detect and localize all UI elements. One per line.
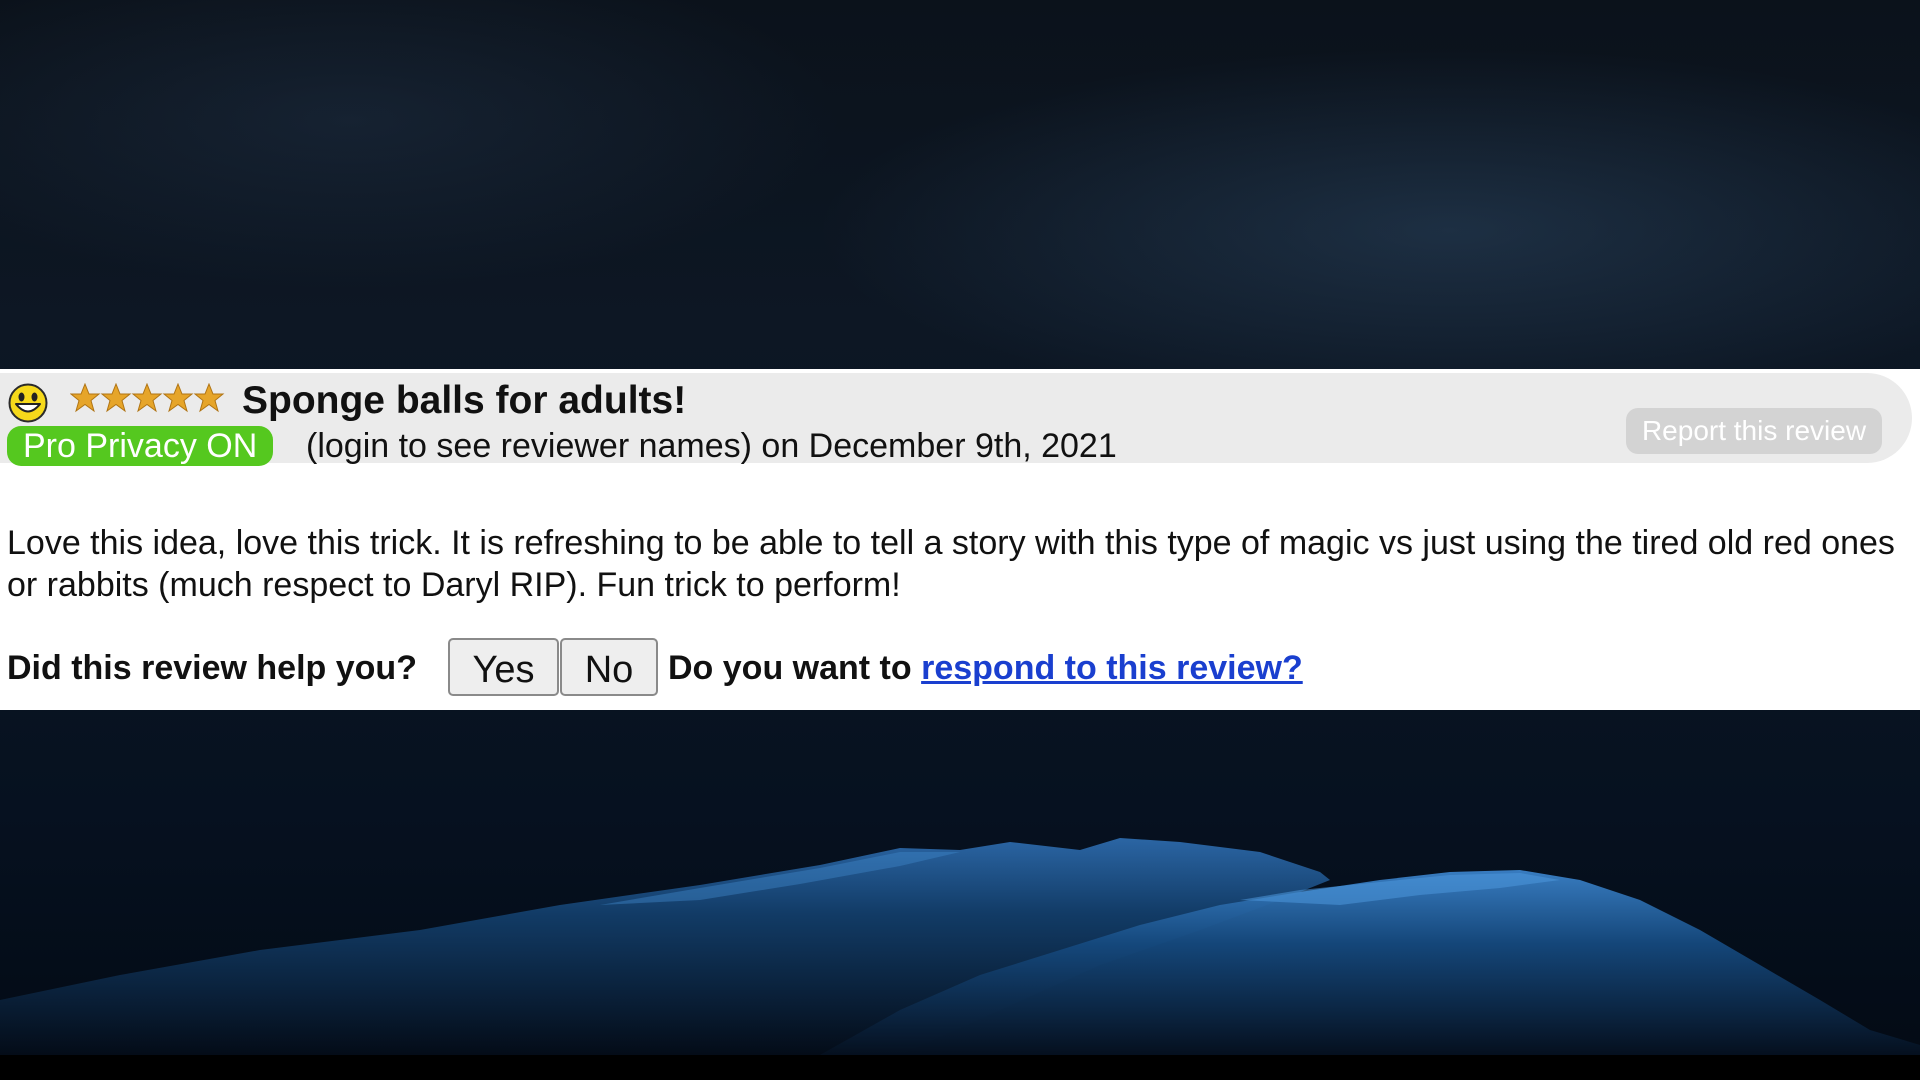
report-review-button[interactable]: Report this review [1626, 408, 1882, 454]
pro-privacy-badge: Pro Privacy ON [7, 426, 274, 466]
respond-link[interactable]: respond to this review? [921, 649, 1303, 687]
star-icon [70, 383, 101, 413]
helpful-row: Did this review help you? Yes No Do you … [7, 638, 1907, 700]
review-title: Sponge balls for adults! [242, 379, 687, 422]
reviewer-info: (login to see reviewer names) on Decembe… [306, 427, 1117, 465]
review-body: Love this idea, love this trick. It is r… [7, 524, 1895, 604]
smiley-face-icon [8, 383, 48, 423]
respond-prompt: Do you want to respond to this review? [668, 649, 1303, 688]
review-header: Sponge balls for adults! Pro Privacy ON … [0, 373, 1912, 466]
no-button[interactable]: No [560, 638, 658, 696]
bottom-letterbox [0, 1055, 1920, 1080]
star-icon [193, 383, 225, 413]
helpful-question: Did this review help you? [7, 649, 417, 687]
screen: Sponge balls for adults! Pro Privacy ON … [0, 0, 1920, 1080]
star-icon [162, 383, 194, 413]
star-icon [131, 383, 163, 413]
review-card: Sponge balls for adults! Pro Privacy ON … [0, 369, 1920, 710]
yes-button[interactable]: Yes [448, 638, 559, 696]
respond-prefix: Do you want to [668, 649, 912, 687]
rating-stars [70, 383, 225, 413]
star-icon [100, 383, 132, 413]
